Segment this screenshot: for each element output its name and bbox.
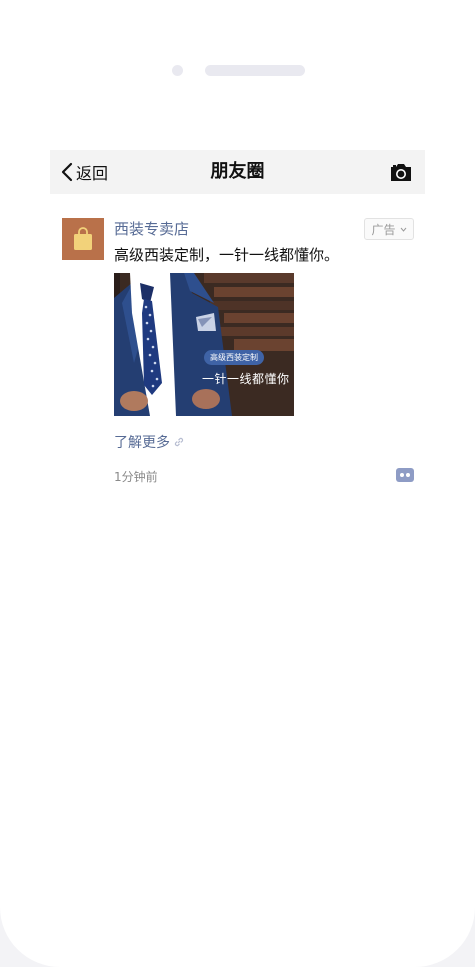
image-tag: 高级西装定制: [204, 350, 264, 365]
chevron-down-icon: [400, 227, 406, 232]
avatar[interactable]: [62, 218, 104, 260]
ad-label-button[interactable]: 广告: [364, 218, 414, 240]
camera-dot: [172, 65, 183, 76]
link-icon: [174, 437, 184, 447]
learn-more-link[interactable]: 了解更多: [114, 432, 414, 452]
speaker-bar: [205, 65, 305, 76]
phone-screen: 返回 朋友圈 西装专卖店 广告 高级西装定制，一针一线都懂你。 高级西装定制 一…: [0, 0, 475, 967]
post-text: 高级西装定制，一针一线都懂你。: [114, 246, 340, 264]
ad-label: 广告: [371, 222, 396, 237]
suit-photo: [114, 273, 294, 416]
page-title: 朋友圈: [210, 161, 265, 182]
learn-more-label: 了解更多: [114, 435, 170, 451]
post-time: 1分钟前: [114, 470, 158, 484]
comment-more-button[interactable]: [396, 468, 414, 482]
post-meta: 1分钟前: [114, 466, 414, 486]
image-caption: 一针一线都懂你: [202, 372, 290, 386]
shopping-bag-icon: [74, 227, 92, 250]
camera-icon[interactable]: [389, 161, 413, 183]
ad-image[interactable]: 高级西装定制 一针一线都懂你: [114, 273, 294, 416]
nav-bar: 返回 朋友圈: [50, 150, 425, 194]
post-content: 西装专卖店 广告 高级西装定制，一针一线都懂你。 高级西装定制 一针一线都懂你 …: [114, 218, 414, 486]
